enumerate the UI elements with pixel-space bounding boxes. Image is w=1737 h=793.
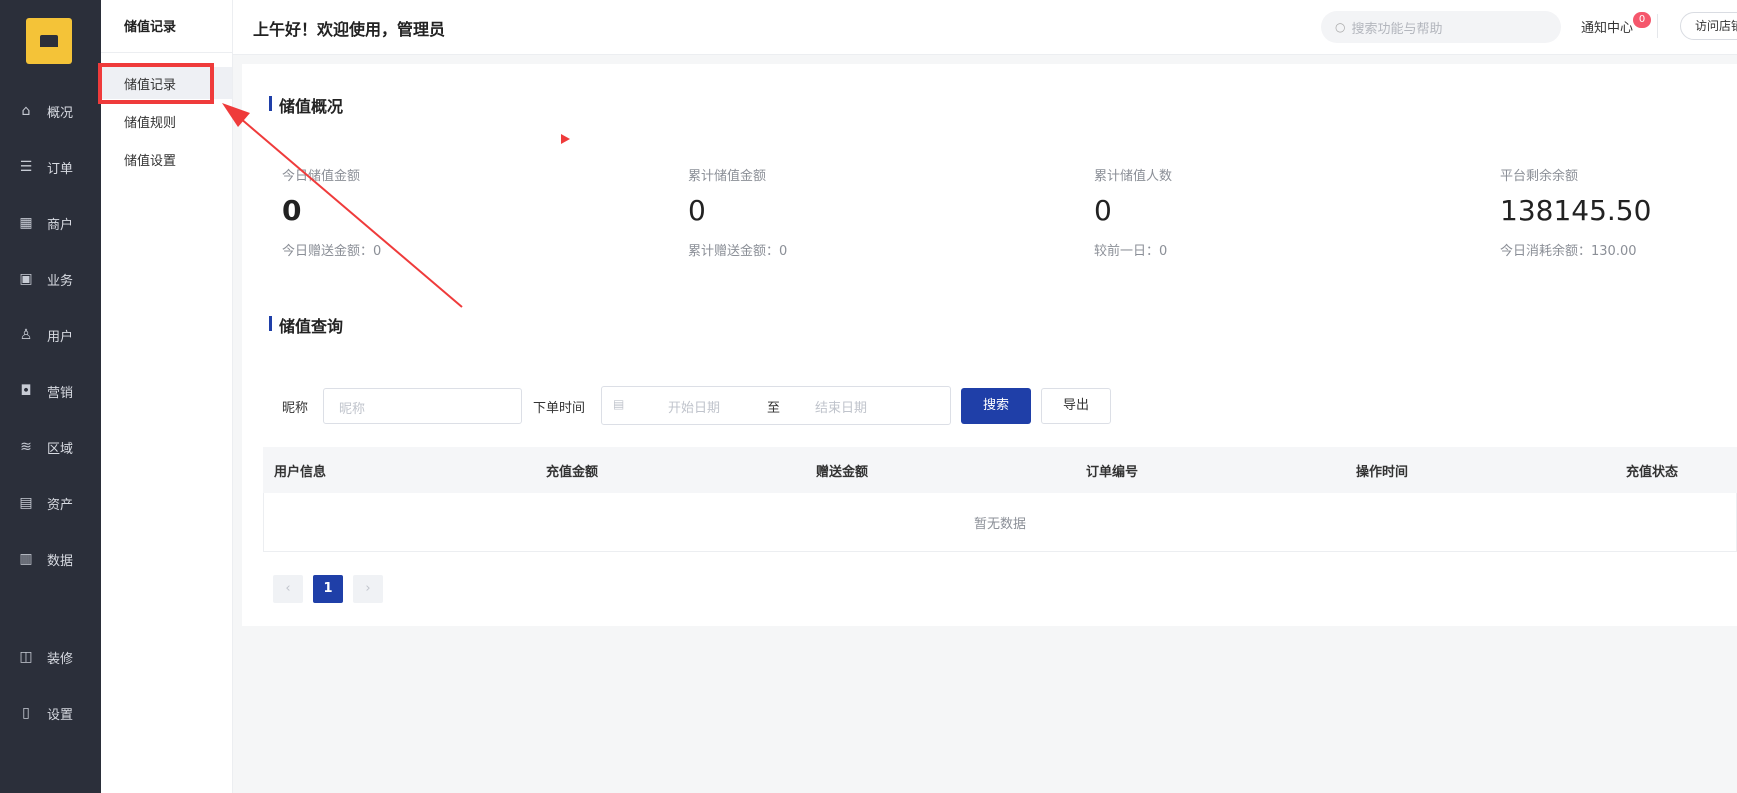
nav-item-order[interactable]: ☰ 订单 xyxy=(0,153,101,181)
sub-item-label: 储值设置 xyxy=(124,153,177,169)
notice-badge: 0 xyxy=(1633,12,1651,28)
nav-item-label: 设置 xyxy=(47,707,74,723)
stat-platform-balance: 平台剩余余额 138145.50 今日消耗余额：130.00 xyxy=(1500,165,1737,259)
next-page-button[interactable]: › xyxy=(353,575,383,603)
nav-item-label: 区域 xyxy=(47,441,74,457)
nav-item-label: 用户 xyxy=(47,329,74,345)
order-icon: ☰ xyxy=(19,159,33,175)
divider xyxy=(101,52,232,53)
nickname-label: 昵称 xyxy=(282,401,309,416)
stat-value: 0 xyxy=(1094,194,1112,227)
start-date-placeholder[interactable]: 开始日期 xyxy=(668,397,720,416)
stat-label: 平台剩余余额 xyxy=(1500,169,1579,184)
nav-item-business[interactable]: ▣ 业务 xyxy=(0,265,101,293)
greeting-text: 上午好！欢迎使用，管理员 xyxy=(253,20,446,39)
marketing-icon: ◘ xyxy=(20,383,32,399)
sub-sidebar: 储值记录 储值记录 储值规则 储值设置 xyxy=(101,0,233,793)
overview-icon: ⌂ xyxy=(21,103,31,119)
nav-item-decorate[interactable]: ◫ 装修 xyxy=(0,643,101,671)
notice-center-link[interactable]: 通知中心 xyxy=(1581,17,1633,36)
search-icon: ○ xyxy=(1335,20,1346,34)
assets-icon: ▤ xyxy=(19,495,33,511)
nav-item-label: 概况 xyxy=(47,105,74,121)
nav-item-label: 装修 xyxy=(47,651,74,667)
store-icon xyxy=(40,35,58,47)
top-header: 上午好！欢迎使用，管理员 ○ 搜索功能与帮助 通知中心 0 访问店铺 xyxy=(233,0,1737,55)
stat-label: 今日储值金额 xyxy=(282,169,361,184)
nav-item-user[interactable]: ♙ 用户 xyxy=(0,321,101,349)
data-icon: ▥ xyxy=(19,551,33,567)
table-header: 用户信息 充值金额 赠送金额 订单编号 操作时间 充值状态 xyxy=(263,447,1737,493)
query-title: 储值查询 xyxy=(269,313,343,337)
nav-item-data[interactable]: ▥ 数据 xyxy=(0,545,101,573)
nav-item-label: 数据 xyxy=(47,553,74,569)
search-input[interactable]: ○ 搜索功能与帮助 xyxy=(1321,11,1561,43)
nav-item-label: 资产 xyxy=(47,497,74,513)
calendar-icon: ▤ xyxy=(613,397,625,411)
stat-sub: 较前一日：0 xyxy=(1094,244,1168,259)
order-time-label: 下单时间 xyxy=(533,401,586,416)
nav-item-region[interactable]: ≋ 区域 xyxy=(0,433,101,461)
page-number-current[interactable]: 1 xyxy=(313,575,343,603)
stat-sub: 今日消耗余额：130.00 xyxy=(1500,244,1637,259)
visit-store-button[interactable]: 访问店铺 xyxy=(1680,12,1737,40)
nav-item-label: 业务 xyxy=(47,273,74,289)
sub-sidebar-title: 储值记录 xyxy=(124,20,177,35)
main-sidebar: ⌂ 概况 ☰ 订单 ▦ 商户 ▣ 业务 ♙ 用户 ◘ 营销 ≋ 区域 ▤ 资产 … xyxy=(0,0,101,793)
table-body: 暂无数据 xyxy=(263,493,1737,552)
nav-item-label: 商户 xyxy=(47,217,74,233)
business-icon: ▣ xyxy=(19,271,33,287)
column-header: 充值金额 xyxy=(546,465,599,480)
overview-title: 储值概况 xyxy=(269,93,343,117)
brand-logo[interactable] xyxy=(26,18,72,64)
stat-total-amount: 累计储值金额 0 累计赠送金额：0 xyxy=(688,165,1048,259)
nav-item-overview[interactable]: ⌂ 概况 xyxy=(0,97,101,125)
nickname-placeholder: 昵称 xyxy=(339,402,366,417)
range-separator: 至 xyxy=(767,401,781,416)
prev-page-button[interactable]: ‹ xyxy=(273,575,303,603)
nav-item-label: 订单 xyxy=(47,161,74,177)
merchant-icon: ▦ xyxy=(19,215,33,231)
date-range-picker[interactable]: ▤ 开始日期 至 结束日期 xyxy=(601,386,951,425)
main-card: 储值概况 今日储值金额 0 今日赠送金额：0 累计储值金额 0 累计赠送金额：0… xyxy=(242,64,1737,626)
export-button[interactable]: 导出 xyxy=(1041,388,1111,424)
search-button[interactable]: 搜索 xyxy=(961,388,1031,424)
region-icon: ≋ xyxy=(20,439,32,455)
column-header: 订单编号 xyxy=(1086,465,1139,480)
end-date-placeholder[interactable]: 结束日期 xyxy=(815,397,867,416)
annotation-highlight-box xyxy=(98,63,214,104)
column-header: 用户信息 xyxy=(274,465,327,480)
sub-item-label: 储值规则 xyxy=(124,115,177,131)
stat-value: 0 xyxy=(688,194,706,227)
nav-item-assets[interactable]: ▤ 资产 xyxy=(0,489,101,517)
column-header: 充值状态 xyxy=(1626,465,1679,480)
stat-sub: 累计赠送金额：0 xyxy=(688,244,788,259)
divider xyxy=(1657,14,1658,38)
decorate-icon: ◫ xyxy=(19,649,33,665)
stat-sub: 今日赠送金额：0 xyxy=(282,244,382,259)
nav-item-marketing[interactable]: ◘ 营销 xyxy=(0,377,101,405)
column-header: 赠送金额 xyxy=(816,465,869,480)
sub-item-settings[interactable]: 储值设置 xyxy=(101,143,232,175)
stat-value: 138145.50 xyxy=(1500,194,1652,227)
nav-item-settings[interactable]: ▯ 设置 xyxy=(0,699,101,727)
nav-item-merchant[interactable]: ▦ 商户 xyxy=(0,209,101,237)
stat-total-users: 累计储值人数 0 较前一日：0 xyxy=(1094,165,1454,259)
empty-state: 暂无数据 xyxy=(973,517,1026,532)
sub-item-rules[interactable]: 储值规则 xyxy=(101,105,232,137)
stat-today-amount: 今日储值金额 0 今日赠送金额：0 xyxy=(282,165,642,259)
search-placeholder: 搜索功能与帮助 xyxy=(1351,21,1443,37)
nickname-input[interactable]: 昵称 xyxy=(323,388,522,424)
nav-item-label: 营销 xyxy=(47,385,74,401)
settings-icon: ▯ xyxy=(22,705,30,721)
stat-value: 0 xyxy=(282,194,302,227)
user-icon: ♙ xyxy=(19,327,33,343)
stat-label: 累计储值人数 xyxy=(1094,169,1173,184)
column-header: 操作时间 xyxy=(1356,465,1409,480)
stat-label: 累计储值金额 xyxy=(688,169,767,184)
